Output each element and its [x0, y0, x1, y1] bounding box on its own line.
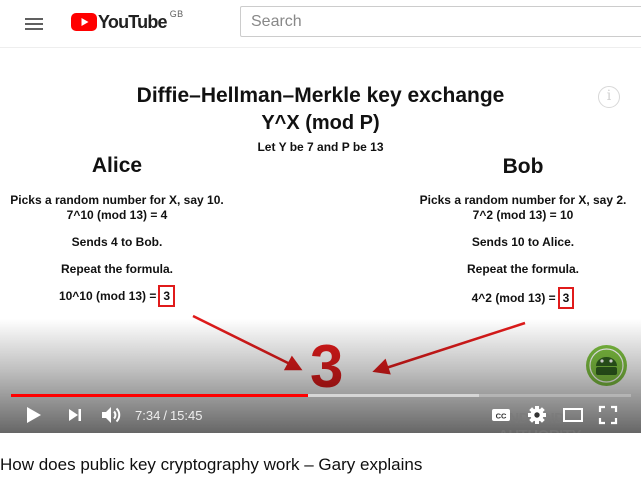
- volume-button[interactable]: [100, 404, 122, 426]
- search-box[interactable]: [240, 6, 641, 37]
- volume-icon: [102, 407, 121, 423]
- current-time: 7:34: [135, 408, 161, 423]
- masthead: YouTube GB: [0, 0, 641, 48]
- settings-icon: [528, 406, 546, 424]
- video-title: How does public key cryptography work – …: [0, 455, 423, 474]
- progress-bar[interactable]: [11, 394, 631, 397]
- time-display: 7:34/15:45: [135, 408, 202, 423]
- theater-mode-button[interactable]: [562, 404, 584, 426]
- progress-played: [11, 394, 308, 397]
- play-icon: [27, 407, 41, 423]
- next-button[interactable]: [66, 404, 84, 426]
- info-icon[interactable]: i: [598, 86, 620, 108]
- theater-icon: [563, 408, 583, 422]
- settings-button[interactable]: [527, 404, 547, 426]
- duration: 15:45: [169, 408, 203, 423]
- svg-text:CC: CC: [496, 412, 507, 421]
- youtube-play-logo-icon: [71, 13, 97, 31]
- logo-wordmark: YouTube: [98, 11, 168, 32]
- hamburger-menu-icon[interactable]: [24, 14, 46, 34]
- youtube-logo[interactable]: YouTube GB: [71, 9, 184, 33]
- play-button[interactable]: [24, 404, 44, 426]
- video-player[interactable]: Diffie–Hellman–Merkle key exchange Y^X (…: [0, 49, 641, 433]
- logo-region-code: GB: [169, 9, 184, 19]
- search-input[interactable]: [241, 7, 641, 36]
- captions-icon: CC: [492, 409, 510, 421]
- fullscreen-button[interactable]: [598, 404, 618, 426]
- next-icon: [69, 409, 81, 421]
- captions-button[interactable]: CC: [491, 404, 511, 426]
- fullscreen-icon: [598, 405, 618, 425]
- time-separator: /: [163, 408, 167, 423]
